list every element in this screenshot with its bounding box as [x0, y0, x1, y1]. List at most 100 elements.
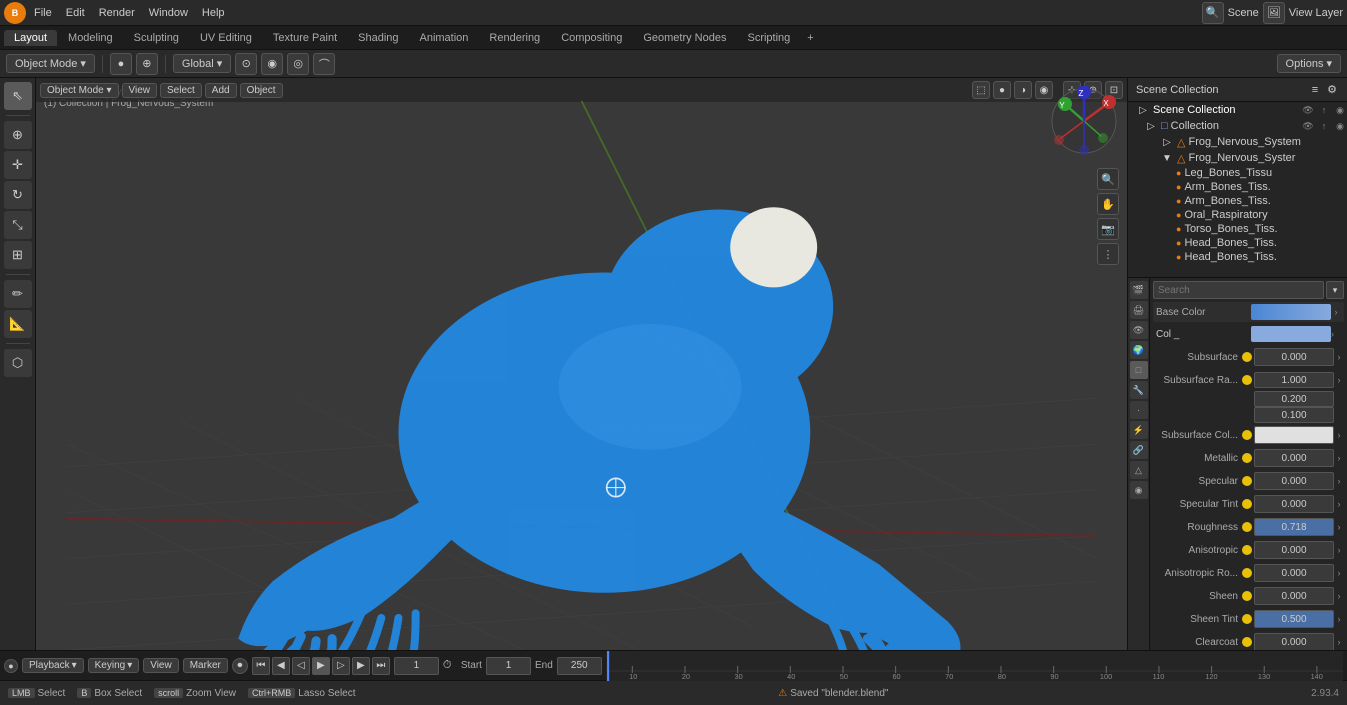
extra-tool-btn[interactable]: ⬡: [4, 349, 32, 377]
outliner-arm-bones-1[interactable]: ● Arm_Bones_Tiss.: [1128, 180, 1347, 194]
props-search-input[interactable]: [1153, 281, 1324, 299]
frame-clock-icon[interactable]: ⏱: [443, 659, 457, 673]
tab-layout[interactable]: Layout: [4, 30, 57, 46]
options-btn[interactable]: Options ▾: [1277, 54, 1341, 73]
props-data-tab[interactable]: △: [1130, 461, 1148, 479]
proportional-btn[interactable]: ◉: [261, 53, 283, 75]
prev-keyframe-btn[interactable]: ◁: [292, 657, 310, 675]
tab-geometry-nodes[interactable]: Geometry Nodes: [633, 30, 736, 46]
select-tool-btn[interactable]: ⇖: [4, 82, 32, 110]
jump-end-btn[interactable]: ⏭: [372, 657, 390, 675]
outliner-head-2[interactable]: ● Head_Bones_Tiss.: [1128, 250, 1347, 264]
snap-btn[interactable]: ⊙: [235, 53, 257, 75]
outliner-scene-collection[interactable]: ▷ Scene Collection 👁 ↑ ◉: [1128, 102, 1347, 118]
tab-modeling[interactable]: Modeling: [58, 30, 123, 46]
anisotropic-ro-value[interactable]: 0.000: [1254, 564, 1334, 582]
camera-btn[interactable]: 📷: [1097, 218, 1119, 240]
outliner-head-1[interactable]: ● Head_Bones_Tiss.: [1128, 236, 1347, 250]
col-pointer-icon[interactable]: ↑: [1317, 119, 1331, 133]
hand-pan-btn[interactable]: ✋: [1097, 193, 1119, 215]
props-object-tab[interactable]: □: [1130, 361, 1148, 379]
base-color-value[interactable]: [1251, 304, 1331, 320]
render-icon[interactable]: ◉: [1333, 103, 1347, 117]
timeline-ruler[interactable]: 10 20 30 40 50 60 70 80 90 100: [606, 651, 1343, 681]
current-frame-input[interactable]: [394, 657, 439, 675]
subsurface-ra-val2[interactable]: 0.200: [1254, 391, 1334, 407]
scale-tool-btn[interactable]: ⤡: [4, 211, 32, 239]
timeline-play-dot[interactable]: ⏺: [232, 658, 248, 674]
layer-selector[interactable]: 🖼: [1263, 2, 1285, 24]
outliner-collection[interactable]: ▷ □ Collection 👁 ↑ ◉: [1128, 118, 1347, 134]
props-world-tab[interactable]: 🌍: [1130, 341, 1148, 359]
falloff-btn[interactable]: ⌒: [313, 53, 335, 75]
move-tool-btn[interactable]: ✛: [4, 151, 32, 179]
col-color-value[interactable]: [1251, 326, 1331, 342]
transform-global-btn[interactable]: Global ▾: [173, 54, 231, 73]
tab-compositing[interactable]: Compositing: [551, 30, 632, 46]
subsurface-value[interactable]: 0.000: [1254, 348, 1334, 366]
subsurface-ra-val1[interactable]: 1.000: [1254, 372, 1334, 388]
tab-animation[interactable]: Animation: [410, 30, 479, 46]
props-constraints-tab[interactable]: 🔗: [1130, 441, 1148, 459]
timeline-dot-btn[interactable]: ●: [4, 659, 18, 673]
tab-sculpting[interactable]: Sculpting: [124, 30, 189, 46]
scene-selector[interactable]: 🔍: [1202, 2, 1224, 24]
outliner-leg-bones[interactable]: ● Leg_Bones_Tissu: [1128, 166, 1347, 180]
navigation-gizmo[interactable]: X Y Z: [1049, 86, 1119, 156]
menu-window[interactable]: Window: [143, 5, 194, 21]
zoom-in-btn[interactable]: 🔍: [1097, 168, 1119, 190]
prev-frame-btn[interactable]: ◀: [272, 657, 290, 675]
roughness-value[interactable]: 0.718: [1254, 518, 1334, 536]
clearcoat-value[interactable]: 0.000: [1254, 633, 1334, 650]
sheen-value[interactable]: 0.000: [1254, 587, 1334, 605]
outliner-filter-btn[interactable]: ≡: [1308, 83, 1322, 97]
specular-value[interactable]: 0.000: [1254, 472, 1334, 490]
sheen-tint-value[interactable]: 0.500: [1254, 610, 1334, 628]
measure-tool-btn[interactable]: 📐: [4, 310, 32, 338]
tab-texture-paint[interactable]: Texture Paint: [263, 30, 347, 46]
col-render-icon[interactable]: ◉: [1333, 119, 1347, 133]
viewport[interactable]: User Perspective (1) Collection | Frog_N…: [36, 78, 1127, 650]
start-frame-input[interactable]: [486, 657, 531, 675]
transform-pivot-btn[interactable]: ⊕: [136, 53, 158, 75]
mode-selector[interactable]: Object Mode ▾: [6, 54, 95, 73]
jump-start-btn[interactable]: ⏮: [252, 657, 270, 675]
tab-shading[interactable]: Shading: [348, 30, 408, 46]
add-workspace-button[interactable]: +: [801, 30, 819, 46]
props-scene-tab[interactable]: 🎬: [1130, 281, 1148, 299]
subsurface-ra-val3[interactable]: 0.100: [1254, 407, 1334, 423]
outliner-frog-nervous-syster[interactable]: ▼ △ Frog_Nervous_Syster: [1128, 150, 1347, 166]
anisotropic-value[interactable]: 0.000: [1254, 541, 1334, 559]
menu-help[interactable]: Help: [196, 5, 231, 21]
marker-btn[interactable]: Marker: [183, 658, 228, 673]
outliner-oral[interactable]: ● Oral_Raspiratory: [1128, 208, 1347, 222]
menu-file[interactable]: File: [28, 5, 58, 21]
outliner-settings-btn[interactable]: ⚙: [1325, 83, 1339, 97]
props-view-tab[interactable]: 👁: [1130, 321, 1148, 339]
scene-btn[interactable]: ⋮: [1097, 243, 1119, 265]
subsurface-col-value[interactable]: [1254, 426, 1334, 444]
cursor-tool-btn[interactable]: ⊕: [4, 121, 32, 149]
timeline-view-btn[interactable]: View: [143, 658, 179, 673]
props-particle-tab[interactable]: ·: [1130, 401, 1148, 419]
playback-btn[interactable]: Playback▾: [22, 658, 84, 673]
select-mode-btn[interactable]: ●: [110, 53, 132, 75]
play-btn[interactable]: ▶: [312, 657, 330, 675]
rotate-tool-btn[interactable]: ↻: [4, 181, 32, 209]
props-physics-tab[interactable]: ⚡: [1130, 421, 1148, 439]
end-frame-input[interactable]: [557, 657, 602, 675]
props-output-tab[interactable]: 🖨: [1130, 301, 1148, 319]
eye-icon[interactable]: 👁: [1301, 103, 1315, 117]
menu-edit[interactable]: Edit: [60, 5, 91, 21]
pointer-icon[interactable]: ↑: [1317, 103, 1331, 117]
tab-scripting[interactable]: Scripting: [737, 30, 800, 46]
next-keyframe-btn[interactable]: ▷: [332, 657, 350, 675]
props-modifier-tab[interactable]: 🔧: [1130, 381, 1148, 399]
tab-rendering[interactable]: Rendering: [479, 30, 550, 46]
outliner-frog-nervous[interactable]: ▷ △ Frog_Nervous_System: [1128, 134, 1347, 150]
annotate-tool-btn[interactable]: ✏: [4, 280, 32, 308]
tab-uv-editing[interactable]: UV Editing: [190, 30, 262, 46]
next-frame-btn[interactable]: ▶: [352, 657, 370, 675]
metallic-value[interactable]: 0.000: [1254, 449, 1334, 467]
props-filter-btn[interactable]: ▾: [1326, 281, 1344, 299]
